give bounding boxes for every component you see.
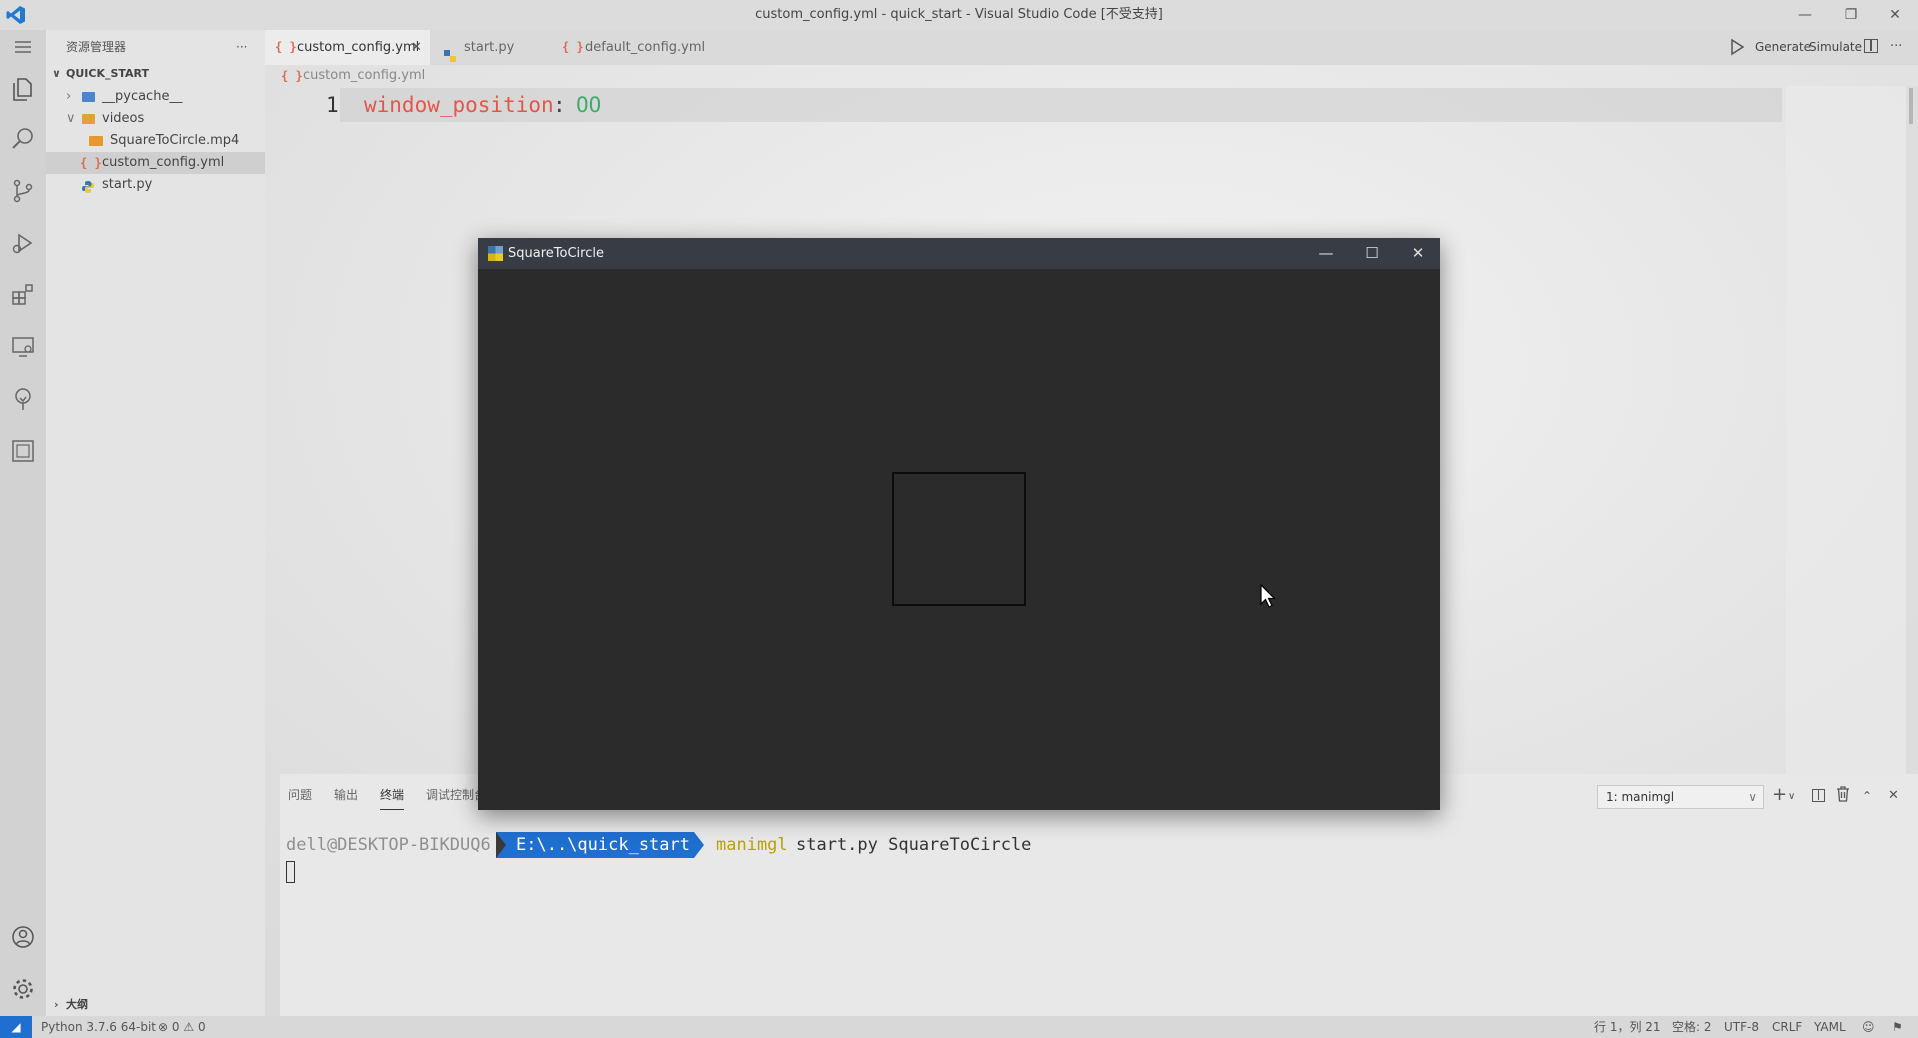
remote-explorer-icon[interactable] <box>0 322 46 372</box>
video-file-icon <box>89 136 103 146</box>
manim-window-titlebar[interactable] <box>478 238 1440 269</box>
error-icon: ⊗ <box>158 1020 169 1034</box>
terminal-command-name: manimgl <box>716 835 788 855</box>
chevron-right-icon: › <box>54 998 59 1011</box>
chevron-down-icon[interactable]: ∨ <box>1788 786 1795 808</box>
line-number: 1 <box>326 93 339 117</box>
remote-indicator-icon[interactable]: ◢ <box>0 1016 32 1038</box>
encoding[interactable]: UTF-8 <box>1724 1016 1759 1038</box>
chevron-down-icon: ∨ <box>52 67 61 80</box>
generate-button[interactable]: Generate <box>1755 36 1811 58</box>
python-interpreter[interactable]: Python 3.7.6 64-bit <box>41 1016 156 1038</box>
yaml-file-icon: { } <box>80 156 102 170</box>
settings-gear-icon[interactable] <box>0 964 46 1014</box>
restore-icon[interactable]: ❐ <box>1828 0 1874 30</box>
sidebar-header: 资源管理器 <box>66 40 127 54</box>
folder-icon <box>82 92 95 102</box>
tab-close-icon[interactable]: ✕ <box>411 30 422 65</box>
manim-window-title: SquareToCircle <box>508 246 604 261</box>
mouse-pointer-icon <box>1260 583 1276 610</box>
python-file-icon <box>82 179 94 193</box>
yaml-key[interactable]: window_position <box>364 91 554 119</box>
manim-maximize-icon[interactable]: ☐ <box>1352 238 1392 269</box>
tree-item-squaretocircle-mp4[interactable]: SquareToCircle.mp4 <box>46 130 265 152</box>
terminal-cursor[interactable] <box>286 861 295 883</box>
tab-output[interactable]: 输出 <box>334 780 358 810</box>
tab-custom-config[interactable]: { } custom_config.yml ✕ <box>265 30 430 65</box>
close-icon[interactable]: ✕ <box>1872 0 1918 30</box>
terminal-prompt-path: E:\..\quick_start <box>516 835 690 855</box>
outline-section[interactable]: › 大纲 <box>46 994 265 1016</box>
tree-root-quick-start[interactable]: ∨ QUICK_START <box>46 63 265 85</box>
warning-icon: ⚠ <box>183 1020 195 1034</box>
search-icon[interactable] <box>0 114 46 164</box>
end-of-line[interactable]: CRLF <box>1772 1016 1802 1038</box>
split-editor-icon[interactable] <box>1864 39 1878 53</box>
manim-close-icon[interactable]: ✕ <box>1398 238 1438 269</box>
account-icon[interactable] <box>0 912 46 962</box>
run-icon[interactable] <box>1728 38 1746 56</box>
tree-item-videos[interactable]: ∨ videos <box>46 108 265 130</box>
source-control-icon[interactable] <box>0 166 46 216</box>
close-panel-icon[interactable]: ✕ <box>1888 785 1899 807</box>
manim-minimize-icon[interactable]: — <box>1306 238 1346 269</box>
tab-debug-console[interactable]: 调试控制台 <box>426 780 486 810</box>
feedback-icon[interactable]: ☺ <box>1862 1016 1875 1038</box>
folder-open-icon <box>82 114 95 124</box>
menu-icon[interactable] <box>0 30 46 64</box>
window-title: custom_config.yml - quick_start - Visual… <box>755 7 1163 22</box>
python-app-icon <box>488 246 503 261</box>
chevron-down-icon: ∨ <box>66 111 76 126</box>
terminal-prompt-user: dell@DESKTOP-BIKDUQ6 <box>286 835 491 855</box>
tree-icon[interactable] <box>0 374 46 424</box>
python-file-icon <box>444 41 456 62</box>
bottom-panel <box>280 774 1918 1016</box>
tab-start-py[interactable]: start.py <box>430 30 550 65</box>
trash-icon[interactable] <box>1836 786 1850 802</box>
new-terminal-icon[interactable]: + <box>1772 784 1787 806</box>
language-mode[interactable]: YAML <box>1814 1016 1846 1038</box>
yaml-file-icon: { } <box>275 40 297 54</box>
minimize-icon[interactable]: — <box>1782 0 1828 30</box>
panel-view-icon[interactable] <box>0 426 46 476</box>
indentation[interactable]: 空格: 2 <box>1672 1016 1712 1038</box>
chevron-down-icon: ∨ <box>1748 790 1757 804</box>
yaml-file-icon: { } <box>281 69 303 83</box>
maximize-panel-icon[interactable]: ⌃ <box>1862 785 1872 807</box>
terminal-command-args: start.py SquareToCircle <box>796 835 1032 855</box>
more-actions-icon[interactable]: ··· <box>1890 36 1902 58</box>
tree-item-pycache[interactable]: › __pycache__ <box>46 86 265 108</box>
tree-item-custom-config[interactable]: { } custom_config.yml <box>46 152 265 174</box>
extensions-icon[interactable] <box>0 270 46 320</box>
chevron-right-icon: › <box>66 89 72 104</box>
yaml-file-icon: { } <box>562 40 584 54</box>
tree-item-start-py[interactable]: start.py <box>46 174 265 196</box>
split-terminal-icon[interactable] <box>1812 789 1825 802</box>
terminal-select[interactable]: 1: manimgl ∨ <box>1597 785 1764 809</box>
more-actions-button[interactable]: ··· <box>236 36 247 58</box>
minimap[interactable] <box>1786 86 1906 774</box>
editor-scrollbar[interactable] <box>1906 86 1918 774</box>
breadcrumb: { } custom_config.yml <box>265 65 1665 87</box>
problems-indicator[interactable]: ⊗ 0 ⚠ 0 <box>158 1016 206 1038</box>
tab-default-config[interactable]: { } default_config.yml <box>550 30 720 65</box>
tab-terminal[interactable]: 终端 <box>380 780 405 810</box>
yaml-value[interactable]: OO <box>576 91 601 119</box>
square-shape <box>892 472 1026 606</box>
terminal-prompt-segment: E:\..\quick_start <box>496 832 704 858</box>
simulate-button[interactable]: Simulate <box>1809 36 1862 58</box>
explorer-icon[interactable] <box>0 64 46 114</box>
tab-problems[interactable]: 问题 <box>288 780 312 810</box>
notifications-bell-icon[interactable]: ⚑ <box>1892 1016 1903 1038</box>
run-debug-icon[interactable] <box>0 218 46 268</box>
yaml-colon: : <box>553 93 566 117</box>
cursor-position[interactable]: 行 1，列 21 <box>1594 1016 1661 1038</box>
